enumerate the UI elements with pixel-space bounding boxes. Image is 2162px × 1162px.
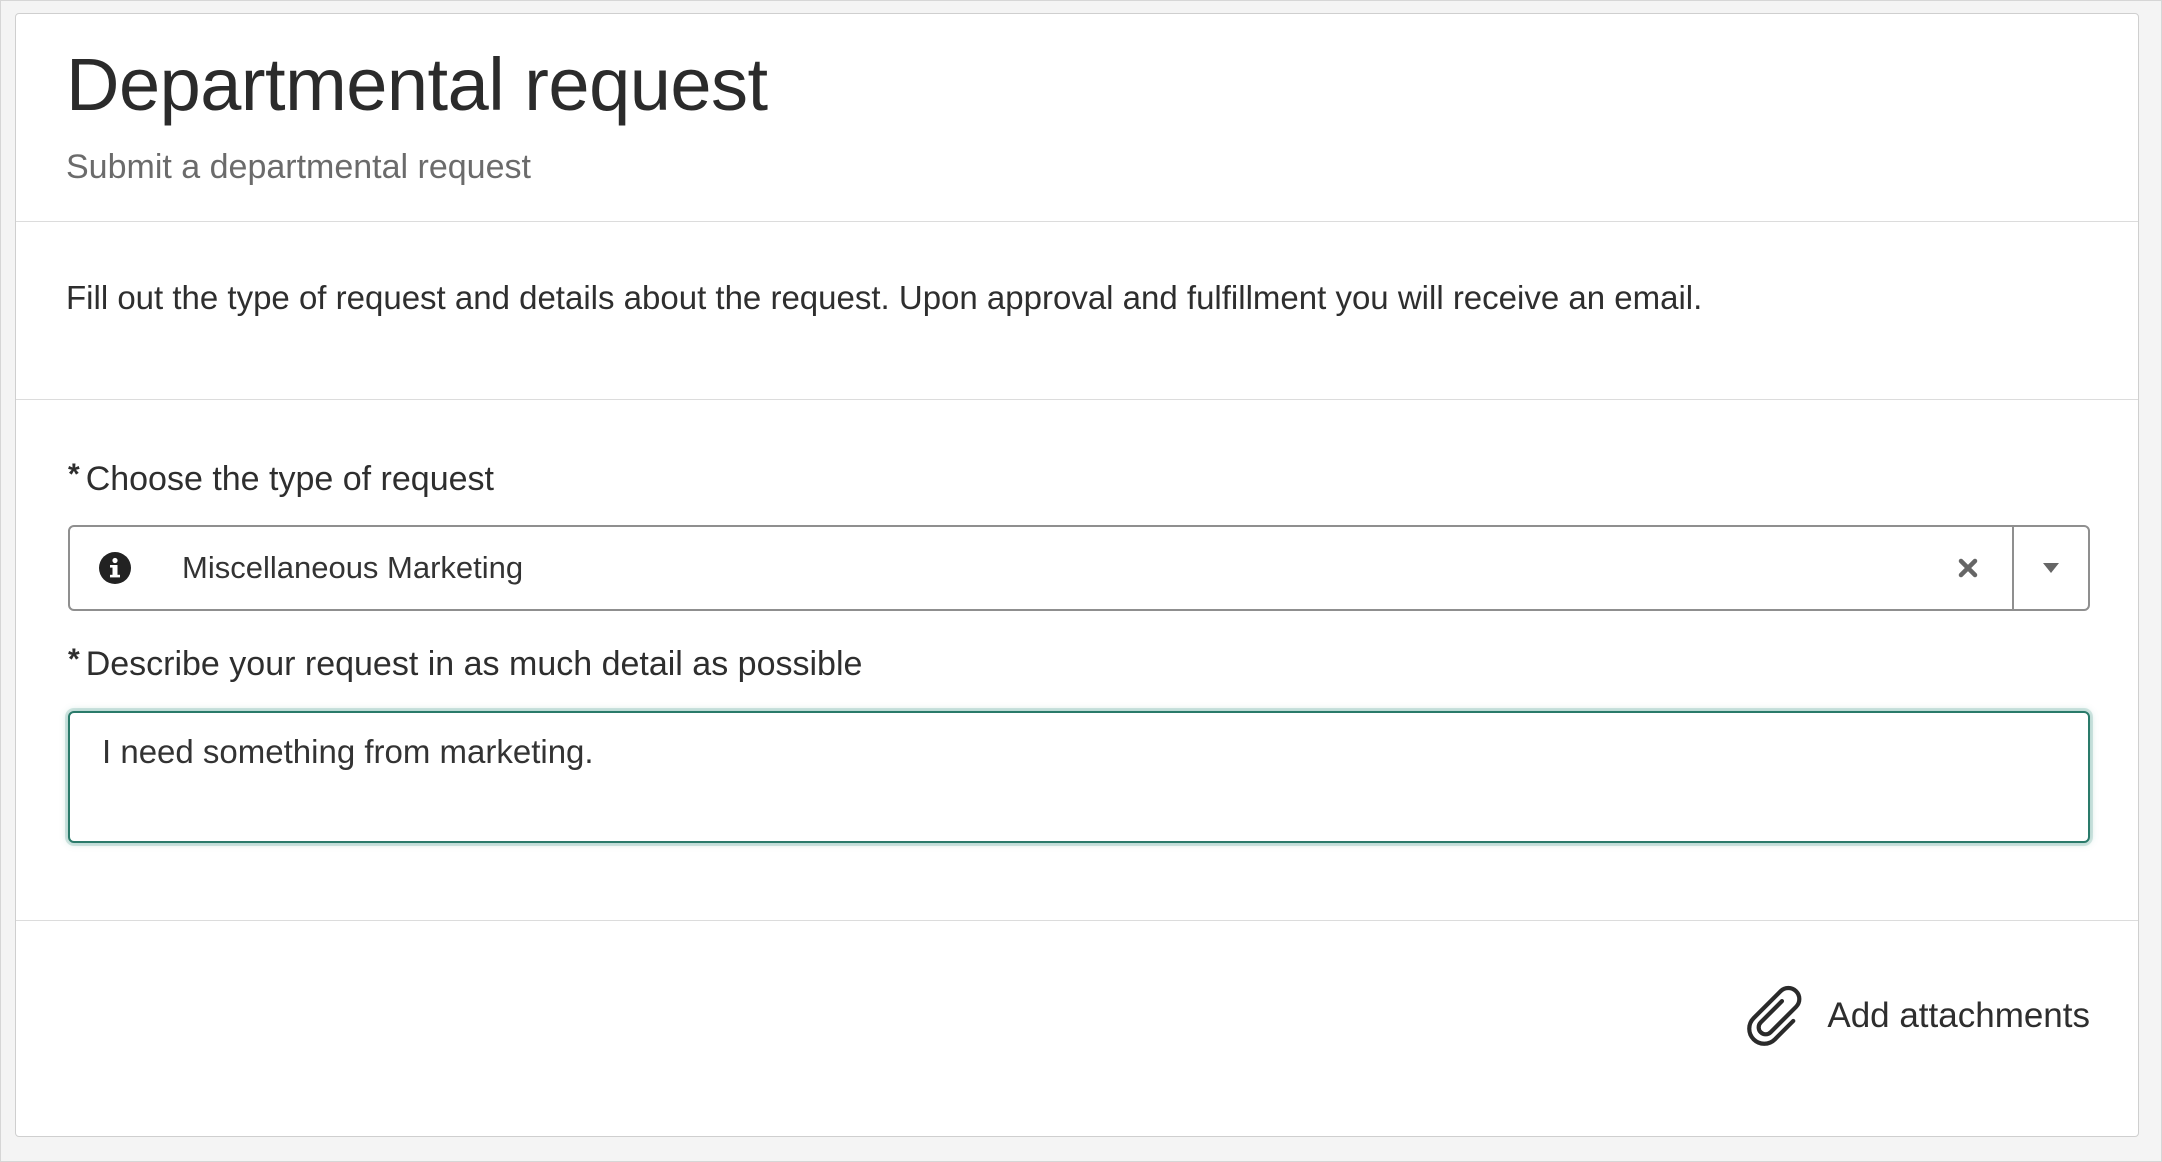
request-type-value: Miscellaneous Marketing [182, 550, 524, 585]
required-marker: * [68, 458, 80, 491]
page-subtitle: Submit a departmental request [66, 148, 531, 186]
page-title: Departmental request [66, 43, 768, 126]
add-attachments-label: Add attachments [1827, 996, 2090, 1035]
description-label: * Describe your request in as much detail… [68, 643, 862, 684]
info-icon [98, 551, 132, 585]
required-marker: * [68, 643, 80, 676]
intro-section: Fill out the type of request and details… [16, 221, 2138, 400]
description-textarea[interactable]: I need something from marketing. [68, 711, 2090, 843]
request-type-select[interactable]: Miscellaneous Marketing [68, 525, 2090, 611]
request-type-label-text: Choose the type of request [85, 460, 494, 498]
request-type-label: * Choose the type of request [68, 458, 494, 499]
request-form-card: Departmental request Submit a department… [15, 13, 2139, 1137]
page-background: Departmental request Submit a department… [0, 0, 2162, 1162]
clear-selection-button[interactable] [1946, 546, 1990, 590]
form-header: Departmental request Submit a department… [16, 14, 2138, 222]
description-label-text: Describe your request in as much detail … [85, 645, 863, 683]
caret-down-icon [2043, 563, 2059, 573]
form-fields-section: * Choose the type of request Miscellaneou… [16, 400, 2138, 921]
intro-text: Fill out the type of request and details… [66, 279, 1703, 316]
close-icon [1958, 558, 1978, 578]
dropdown-toggle-button[interactable] [2014, 527, 2088, 609]
add-attachments-button[interactable]: Add attachments [1743, 982, 2090, 1050]
paperclip-icon [1743, 982, 1811, 1050]
